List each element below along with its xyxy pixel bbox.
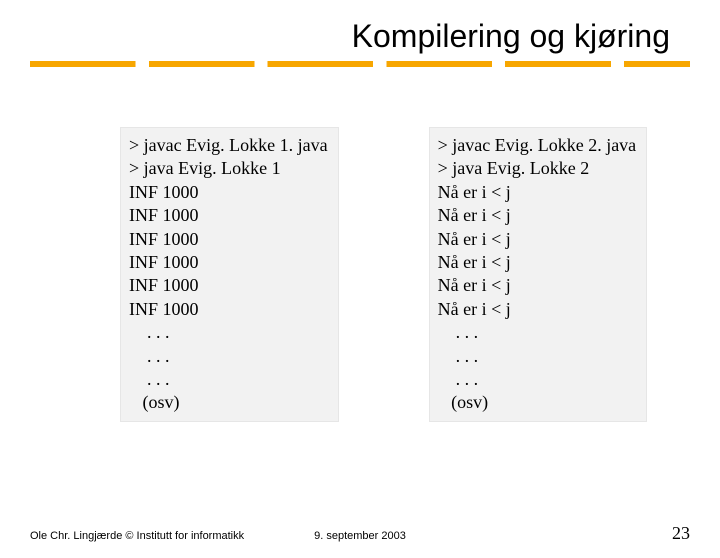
code-line: Nå er i < j <box>438 181 637 204</box>
code-line: INF 1000 <box>129 274 328 297</box>
code-line: . . . <box>438 368 637 391</box>
code-line: (osv) <box>129 391 328 414</box>
code-line: > javac Evig. Lokke 1. java <box>129 134 328 157</box>
code-line: Nå er i < j <box>438 298 637 321</box>
code-line: . . . <box>129 345 328 368</box>
code-line: . . . <box>438 321 637 344</box>
code-line: Nå er i < j <box>438 228 637 251</box>
footer-date: 9. september 2003 <box>250 530 470 542</box>
right-code-box: > javac Evig. Lokke 2. java> java Evig. … <box>429 127 648 422</box>
code-line: Nå er i < j <box>438 204 637 227</box>
code-line: . . . <box>129 321 328 344</box>
footer-page-number: 23 <box>470 523 690 544</box>
code-line: INF 1000 <box>129 228 328 251</box>
divider-rule <box>30 61 690 67</box>
code-line: (osv) <box>438 391 637 414</box>
code-line: > javac Evig. Lokke 2. java <box>438 134 637 157</box>
code-line: > java Evig. Lokke 2 <box>438 157 637 180</box>
code-line: INF 1000 <box>129 181 328 204</box>
left-code-box: > javac Evig. Lokke 1. java> java Evig. … <box>120 127 339 422</box>
code-line: . . . <box>129 368 328 391</box>
code-line: INF 1000 <box>129 251 328 274</box>
code-line: INF 1000 <box>129 298 328 321</box>
slide-content: > javac Evig. Lokke 1. java> java Evig. … <box>120 127 720 422</box>
code-line: Nå er i < j <box>438 274 637 297</box>
slide-footer: Ole Chr. Lingjærde © Institutt for infor… <box>30 523 690 544</box>
code-line: Nå er i < j <box>438 251 637 274</box>
code-line: INF 1000 <box>129 204 328 227</box>
code-line: . . . <box>438 345 637 368</box>
footer-author: Ole Chr. Lingjærde © Institutt for infor… <box>30 530 250 542</box>
slide-title: Kompilering og kjøring <box>0 18 720 55</box>
code-line: > java Evig. Lokke 1 <box>129 157 328 180</box>
